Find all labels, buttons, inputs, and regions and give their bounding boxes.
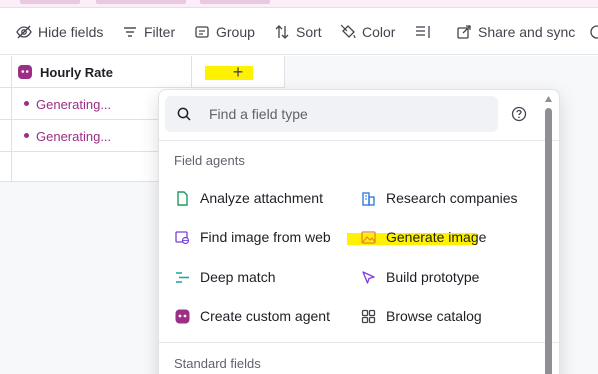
- agent-generate-image[interactable]: Generate image: [361, 226, 486, 248]
- agent-label: Create custom agent: [200, 308, 330, 324]
- section-heading-standard-fields: Standard fields: [174, 356, 261, 371]
- popup-scrollbar[interactable]: [541, 94, 555, 374]
- paint-bucket-icon: [340, 24, 356, 39]
- field-type-search[interactable]: [165, 96, 498, 132]
- share-and-sync-button[interactable]: Share and sync: [456, 9, 575, 55]
- filter-icon: [124, 27, 136, 37]
- filter-label: Filter: [144, 24, 176, 40]
- agent-label: Generate image: [386, 229, 487, 245]
- agent-label: Browse catalog: [386, 308, 482, 324]
- help-icon[interactable]: [511, 106, 527, 122]
- agent-label: Find image from web: [200, 229, 331, 245]
- agent-find-image-from-web[interactable]: Find image from web: [175, 226, 331, 248]
- banner-text-fragment: [20, 0, 80, 4]
- match-lines-icon: [176, 271, 189, 283]
- scrollbar-thumb[interactable]: [545, 108, 552, 374]
- banner-text-fragment: [96, 0, 186, 4]
- agent-label: Build prototype: [386, 269, 480, 285]
- field-type-search-input[interactable]: [209, 104, 489, 124]
- field-header-hourly-rate[interactable]: Hourly Rate: [12, 56, 192, 88]
- share-and-sync-label: Share and sync: [478, 24, 576, 40]
- color-button[interactable]: Color: [340, 9, 395, 55]
- generating-dot: [24, 133, 29, 138]
- header-left-cap: [0, 56, 12, 88]
- top-banner-strip: [0, 0, 598, 8]
- group-icon: [195, 26, 209, 38]
- grid-header-row: Hourly Rate +: [0, 56, 285, 88]
- grid-four-icon: [361, 309, 376, 323]
- popup-divider: [159, 342, 559, 343]
- agent-research-companies[interactable]: Research companies: [361, 187, 518, 209]
- image-search-icon: [175, 230, 190, 244]
- hide-fields-label: Hide fields: [38, 24, 104, 40]
- color-label: Color: [362, 24, 396, 40]
- scroll-up-arrow-icon[interactable]: [544, 95, 553, 103]
- view-toolbar: Hide fields Filter Group Sort Color Shar…: [0, 9, 598, 55]
- cell-value: Generating...: [36, 128, 112, 144]
- row-left-cap: [0, 152, 12, 182]
- search-icon: [177, 107, 191, 121]
- image-icon: [361, 230, 376, 244]
- sort-icon: [275, 25, 289, 39]
- field-header-label: Hourly Rate: [40, 64, 113, 80]
- row-height-icon: [416, 26, 430, 38]
- add-field-button[interactable]: +: [192, 56, 285, 88]
- row-height-button[interactable]: [415, 9, 437, 55]
- section-heading-field-agents: Field agents: [174, 153, 245, 168]
- agent-label: Research companies: [386, 190, 518, 206]
- agent-create-custom-agent[interactable]: Create custom agent: [175, 305, 330, 327]
- agent-build-prototype[interactable]: Build prototype: [361, 266, 479, 288]
- group-button[interactable]: Group: [194, 9, 255, 55]
- sort-label: Sort: [296, 24, 322, 40]
- agent-label: Deep match: [200, 269, 276, 285]
- agent-field-icon: [18, 65, 32, 79]
- building-icon: [362, 191, 375, 206]
- row-left-cap: [0, 120, 12, 152]
- filter-button[interactable]: Filter: [122, 9, 175, 55]
- external-share-icon: [457, 25, 471, 39]
- sort-button[interactable]: Sort: [274, 9, 322, 55]
- field-type-popup: Field agents Analyze attachment Research…: [158, 89, 560, 374]
- agent-face-icon: [175, 309, 190, 323]
- group-label: Group: [216, 24, 255, 40]
- popup-divider: [159, 140, 559, 141]
- plus-icon: +: [232, 61, 244, 82]
- agent-label: Analyze attachment: [200, 190, 323, 206]
- generating-dot: [24, 101, 29, 106]
- search-toolbar-button[interactable]: [589, 9, 598, 55]
- agent-analyze-attachment[interactable]: Analyze attachment: [175, 187, 323, 209]
- eye-slash-icon: [16, 25, 32, 39]
- agent-deep-match[interactable]: Deep match: [175, 266, 275, 288]
- highlight-mark: [205, 66, 253, 80]
- document-icon: [177, 190, 188, 206]
- banner-text-fragment: [200, 0, 270, 4]
- search-icon: [590, 25, 598, 39]
- cell-value: Generating...: [36, 96, 112, 112]
- hide-fields-button[interactable]: Hide fields: [16, 9, 103, 55]
- cursor-arrow-icon: [362, 270, 375, 284]
- browse-catalog-item[interactable]: Browse catalog: [361, 305, 482, 327]
- row-left-cap: [0, 88, 12, 120]
